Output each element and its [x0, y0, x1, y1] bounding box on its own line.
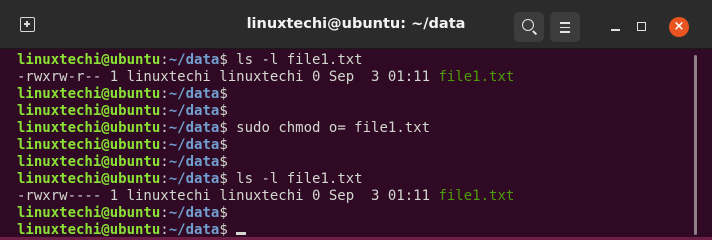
prompt-colon: : — [160, 154, 169, 170]
prompt-path: ~/data — [168, 205, 220, 221]
prompt-line: linuxtechi@ubuntu:~/data$ — [17, 222, 514, 237]
prompt-dollar: $ — [219, 120, 228, 136]
prompt-dollar: $ — [219, 222, 228, 237]
title-bar: linuxtechi@ubuntu: ~/data × — [0, 0, 712, 49]
prompt-line: linuxtechi@ubuntu:~/data$ ls -l file1.tx… — [17, 171, 514, 188]
prompt-colon: : — [160, 120, 169, 136]
output-text: -rwxrw---- 1 linuxtechi linuxtechi 0 Sep… — [17, 188, 439, 204]
prompt-dollar: $ — [219, 171, 228, 187]
prompt-path: ~/data — [168, 86, 220, 102]
scrollbar[interactable] — [694, 55, 697, 235]
prompt-user: linuxtechi@ubuntu — [17, 205, 161, 221]
prompt-path: ~/data — [168, 171, 220, 187]
maximize-icon[interactable] — [637, 22, 646, 31]
prompt-user: linuxtechi@ubuntu — [17, 86, 161, 102]
prompt-line: linuxtechi@ubuntu:~/data$ ls -l file1.tx… — [17, 52, 514, 69]
prompt-colon: : — [160, 171, 169, 187]
prompt-path: ~/data — [168, 137, 220, 153]
command-text: ls -l file1.txt — [227, 171, 363, 187]
file-name: file1.txt — [438, 188, 515, 204]
prompt-dollar: $ — [219, 52, 228, 68]
prompt-dollar: $ — [219, 137, 228, 153]
prompt-path: ~/data — [168, 154, 220, 170]
minimize-icon[interactable] — [611, 29, 620, 31]
output-line: -rwxrw-r-- 1 linuxtechi linuxtechi 0 Sep… — [17, 69, 514, 86]
prompt-user: linuxtechi@ubuntu — [17, 171, 161, 187]
output-line: -rwxrw---- 1 linuxtechi linuxtechi 0 Sep… — [17, 188, 514, 205]
prompt-colon: : — [160, 137, 169, 153]
terminal-output: linuxtechi@ubuntu:~/data$ ls -l file1.tx… — [17, 52, 514, 237]
command-text — [228, 222, 236, 237]
prompt-user: linuxtechi@ubuntu — [17, 52, 161, 68]
prompt-user: linuxtechi@ubuntu — [17, 103, 161, 119]
file-name: file1.txt — [438, 69, 515, 85]
prompt-user: linuxtechi@ubuntu — [17, 137, 161, 153]
prompt-line: linuxtechi@ubuntu:~/data$ — [17, 103, 514, 120]
prompt-path: ~/data — [168, 222, 220, 237]
prompt-colon: : — [160, 222, 169, 237]
close-icon[interactable]: × — [669, 17, 689, 37]
prompt-user: linuxtechi@ubuntu — [17, 120, 161, 136]
prompt-line: linuxtechi@ubuntu:~/data$ — [17, 154, 514, 171]
terminal-area[interactable]: linuxtechi@ubuntu:~/data$ ls -l file1.tx… — [0, 49, 712, 237]
command-text: ls -l file1.txt — [227, 52, 363, 68]
prompt-dollar: $ — [219, 103, 228, 119]
prompt-user: linuxtechi@ubuntu — [17, 154, 161, 170]
prompt-path: ~/data — [168, 103, 220, 119]
menu-icon[interactable] — [550, 12, 580, 42]
window-title: linuxtechi@ubuntu: ~/data — [246, 16, 466, 32]
prompt-colon: : — [160, 86, 169, 102]
prompt-line: linuxtechi@ubuntu:~/data$ — [17, 137, 514, 154]
prompt-colon: : — [160, 205, 169, 221]
text-cursor — [236, 232, 247, 235]
prompt-colon: : — [160, 52, 169, 68]
prompt-user: linuxtechi@ubuntu — [17, 222, 161, 237]
prompt-path: ~/data — [168, 120, 220, 136]
search-icon[interactable] — [514, 12, 544, 42]
terminal-window: linuxtechi@ubuntu: ~/data × linuxtechi@u… — [0, 0, 712, 237]
prompt-dollar: $ — [219, 205, 228, 221]
prompt-line: linuxtechi@ubuntu:~/data$ — [17, 86, 514, 103]
command-text: sudo chmod o= file1.txt — [227, 120, 431, 136]
prompt-line: linuxtechi@ubuntu:~/data$ sudo chmod o= … — [17, 120, 514, 137]
prompt-dollar: $ — [219, 86, 228, 102]
prompt-colon: : — [160, 103, 169, 119]
prompt-line: linuxtechi@ubuntu:~/data$ — [17, 205, 514, 222]
prompt-dollar: $ — [219, 154, 228, 170]
output-text: -rwxrw-r-- 1 linuxtechi linuxtechi 0 Sep… — [17, 69, 439, 85]
prompt-path: ~/data — [168, 52, 220, 68]
